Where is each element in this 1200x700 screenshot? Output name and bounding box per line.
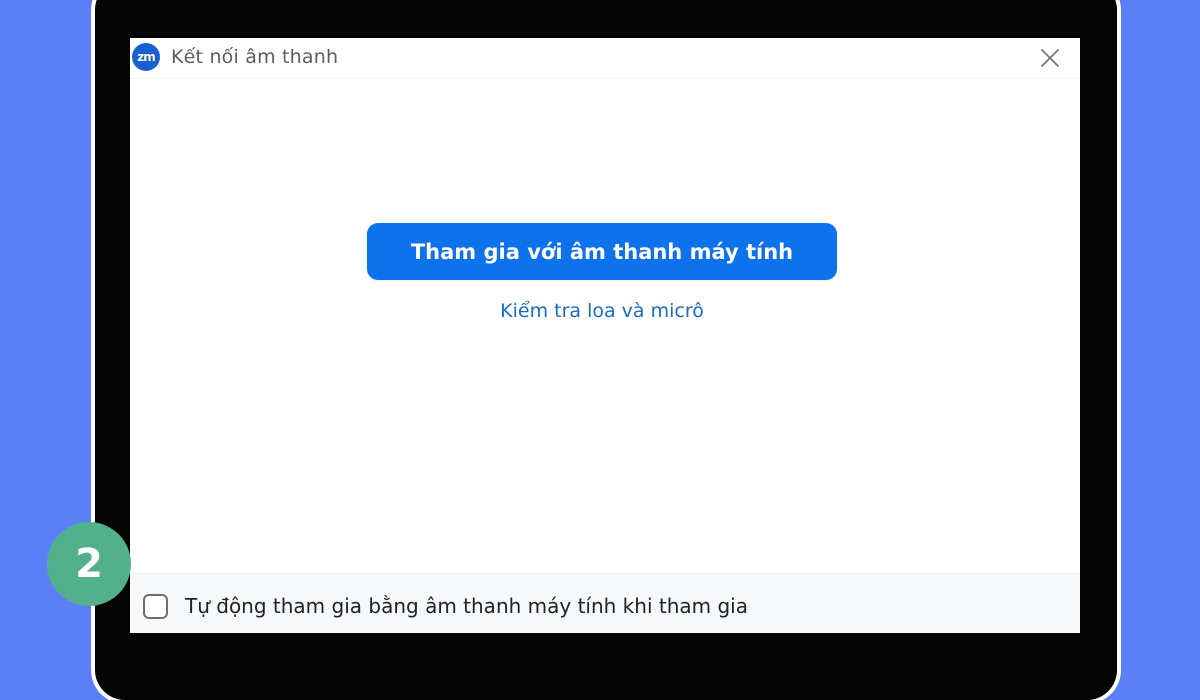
audio-connect-dialog: zm Kết nối âm thanh Tham gia với âm than…: [130, 38, 1080, 633]
auto-join-audio-checkbox[interactable]: [143, 594, 168, 619]
close-button[interactable]: [1036, 44, 1064, 72]
auto-join-audio-label[interactable]: Tự động tham gia bằng âm thanh máy tính …: [185, 594, 748, 618]
test-speaker-mic-link[interactable]: Kiểm tra loa và micrô: [367, 300, 837, 322]
zoom-logo-icon: zm: [132, 43, 160, 71]
join-computer-audio-button[interactable]: Tham gia với âm thanh máy tính: [367, 223, 837, 280]
step-number-badge: 2: [47, 522, 131, 606]
dialog-footer: Tự động tham gia bằng âm thanh máy tính …: [130, 573, 1080, 633]
close-icon: [1041, 49, 1059, 67]
dialog-title: Kết nối âm thanh: [171, 46, 339, 68]
dialog-titlebar: zm Kết nối âm thanh: [130, 38, 1080, 79]
